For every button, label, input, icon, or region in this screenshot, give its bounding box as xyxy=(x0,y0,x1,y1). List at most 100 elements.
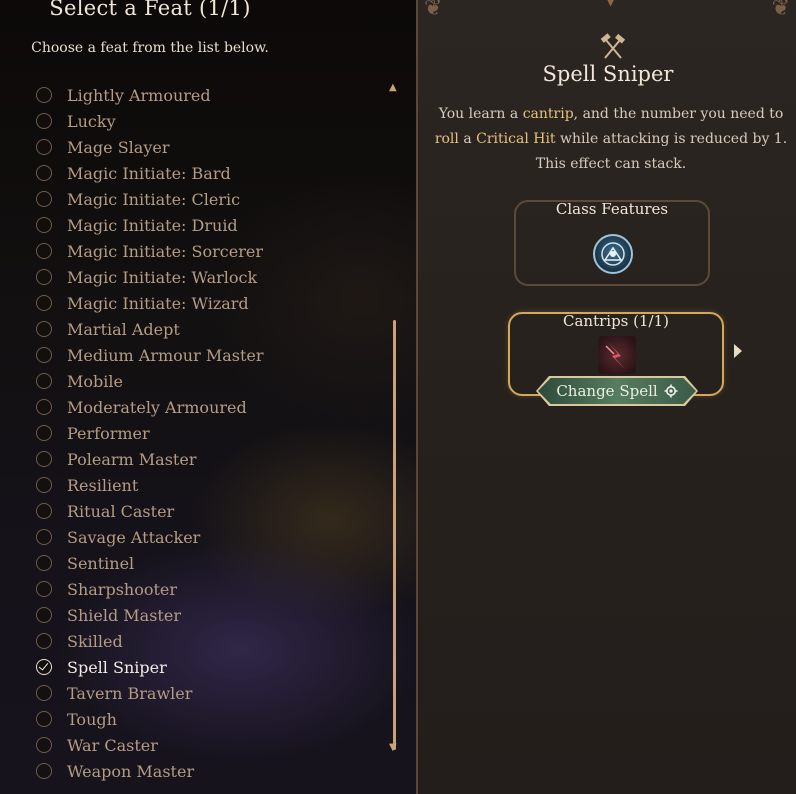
feat-item[interactable]: Spell Sniper xyxy=(36,654,264,680)
feat-item[interactable]: Polearm Master xyxy=(36,446,264,472)
change-spell-button[interactable]: Change Spell xyxy=(538,378,696,404)
radio-icon[interactable] xyxy=(36,581,52,597)
radio-icon[interactable] xyxy=(36,347,52,363)
desc-text: You learn a xyxy=(438,106,523,122)
radio-icon[interactable] xyxy=(36,399,52,415)
scrollbar-thumb[interactable] xyxy=(393,320,396,750)
feat-item[interactable]: Tough xyxy=(36,706,264,732)
feat-item[interactable]: Weapon Master xyxy=(36,758,264,784)
radio-icon[interactable] xyxy=(36,737,52,753)
radio-icon[interactable] xyxy=(36,529,52,545)
feat-label: Performer xyxy=(67,423,150,443)
feat-item[interactable]: Tavern Brawler xyxy=(36,680,264,706)
feat-label: War Caster xyxy=(67,735,158,755)
gear-icon xyxy=(664,384,678,398)
feat-item[interactable]: Ritual Caster xyxy=(36,498,264,524)
corner-ornament-icon: ❦ xyxy=(771,0,790,21)
feat-item[interactable]: Savage Attacker xyxy=(36,524,264,550)
keyword-link[interactable]: cantrip xyxy=(523,106,574,122)
feat-item[interactable]: Moderately Armoured xyxy=(36,394,264,420)
feat-detail-title: Spell Sniper xyxy=(542,62,674,86)
radio-icon[interactable] xyxy=(36,451,52,467)
next-arrow-icon[interactable] xyxy=(734,344,742,358)
class-features-label: Class Features xyxy=(555,200,669,218)
desc-text: , and the number you need to xyxy=(573,106,784,122)
feat-item[interactable]: Sentinel xyxy=(36,550,264,576)
radio-icon[interactable] xyxy=(36,217,52,233)
radio-icon[interactable] xyxy=(36,477,52,493)
corner-ornament-icon: ❦ xyxy=(424,0,443,21)
feat-item[interactable]: Lightly Armoured xyxy=(36,82,264,108)
radio-icon[interactable] xyxy=(36,87,52,103)
feat-item[interactable]: Sharpshooter xyxy=(36,576,264,602)
feat-item[interactable]: War Caster xyxy=(36,732,264,758)
feat-label: Mage Slayer xyxy=(67,137,170,157)
feat-label: Polearm Master xyxy=(67,449,197,469)
keyword-link[interactable]: Critical Hit xyxy=(476,131,555,147)
feat-label: Medium Armour Master xyxy=(67,345,264,365)
scroll-down-icon[interactable]: ▼ xyxy=(389,742,397,753)
feat-label: Shield Master xyxy=(67,605,181,625)
radio-icon[interactable] xyxy=(36,373,52,389)
feat-item[interactable]: Lucky xyxy=(36,108,264,134)
change-spell-label: Change Spell xyxy=(556,382,658,400)
feat-item[interactable]: Magic Initiate: Wizard xyxy=(36,290,264,316)
radio-icon[interactable] xyxy=(36,763,52,779)
feat-label: Savage Attacker xyxy=(67,527,201,547)
radio-icon[interactable] xyxy=(36,633,52,649)
crossed-hammers-icon xyxy=(600,33,626,59)
radio-icon[interactable] xyxy=(36,295,52,311)
feat-item[interactable]: Medium Armour Master xyxy=(36,342,264,368)
feat-label: Magic Initiate: Warlock xyxy=(67,267,258,287)
feat-label: Lucky xyxy=(67,111,116,131)
feat-label: Resilient xyxy=(67,475,139,495)
radio-icon[interactable] xyxy=(36,269,52,285)
radio-icon[interactable] xyxy=(36,685,52,701)
feat-item[interactable]: Mage Slayer xyxy=(36,134,264,160)
feat-item[interactable]: Performer xyxy=(36,420,264,446)
radio-icon[interactable] xyxy=(36,165,52,181)
radio-icon[interactable] xyxy=(36,243,52,259)
radio-icon[interactable] xyxy=(36,191,52,207)
scroll-up-icon[interactable]: ▲ xyxy=(389,82,397,93)
feat-item[interactable]: Resilient xyxy=(36,472,264,498)
radio-icon[interactable] xyxy=(36,139,52,155)
feat-label: Mobile xyxy=(67,371,123,391)
feat-detail-panel: ❦ ❦ ▼ Spell Sniper You learn a cantrip, … xyxy=(416,0,796,794)
feat-label: Magic Initiate: Bard xyxy=(67,163,231,183)
radio-icon[interactable] xyxy=(36,503,52,519)
feat-item[interactable]: Magic Initiate: Druid xyxy=(36,212,264,238)
radio-icon[interactable] xyxy=(36,607,52,623)
radio-icon[interactable] xyxy=(36,555,52,571)
feat-label: Tough xyxy=(67,709,117,729)
feat-item[interactable]: Magic Initiate: Cleric xyxy=(36,186,264,212)
desc-text: a xyxy=(458,131,477,147)
feat-list-panel: Select a Feat (1/1) Choose a feat from t… xyxy=(0,0,416,794)
feat-item[interactable]: Shield Master xyxy=(36,602,264,628)
feat-item[interactable]: Magic Initiate: Sorcerer xyxy=(36,238,264,264)
feat-label: Magic Initiate: Druid xyxy=(67,215,238,235)
feat-label: Magic Initiate: Cleric xyxy=(67,189,241,209)
feat-label: Ritual Caster xyxy=(67,501,175,521)
feat-label: Skilled xyxy=(67,631,123,651)
feat-description: You learn a cantrip, and the number you … xyxy=(434,102,788,177)
radio-icon[interactable] xyxy=(36,425,52,441)
feat-label: Tavern Brawler xyxy=(67,683,193,703)
cantrip-spell-icon[interactable] xyxy=(598,336,636,374)
keyword-link[interactable]: roll xyxy=(435,131,459,147)
page-subtitle: Choose a feat from the list below. xyxy=(31,40,269,56)
checked-radio-icon[interactable] xyxy=(36,659,52,675)
feat-item[interactable]: Martial Adept xyxy=(36,316,264,342)
feat-item[interactable]: Mobile xyxy=(36,368,264,394)
radio-icon[interactable] xyxy=(36,711,52,727)
cantrips-label: Cantrips (1/1) xyxy=(563,312,669,330)
feat-item[interactable]: Magic Initiate: Bard xyxy=(36,160,264,186)
feat-label: Lightly Armoured xyxy=(67,85,211,105)
radio-icon[interactable] xyxy=(36,113,52,129)
class-feature-icon[interactable] xyxy=(593,234,633,274)
radio-icon[interactable] xyxy=(36,321,52,337)
feat-item[interactable]: Skilled xyxy=(36,628,264,654)
feat-item[interactable]: Magic Initiate: Warlock xyxy=(36,264,264,290)
feat-label: Moderately Armoured xyxy=(67,397,247,417)
feat-label: Magic Initiate: Sorcerer xyxy=(67,241,263,261)
